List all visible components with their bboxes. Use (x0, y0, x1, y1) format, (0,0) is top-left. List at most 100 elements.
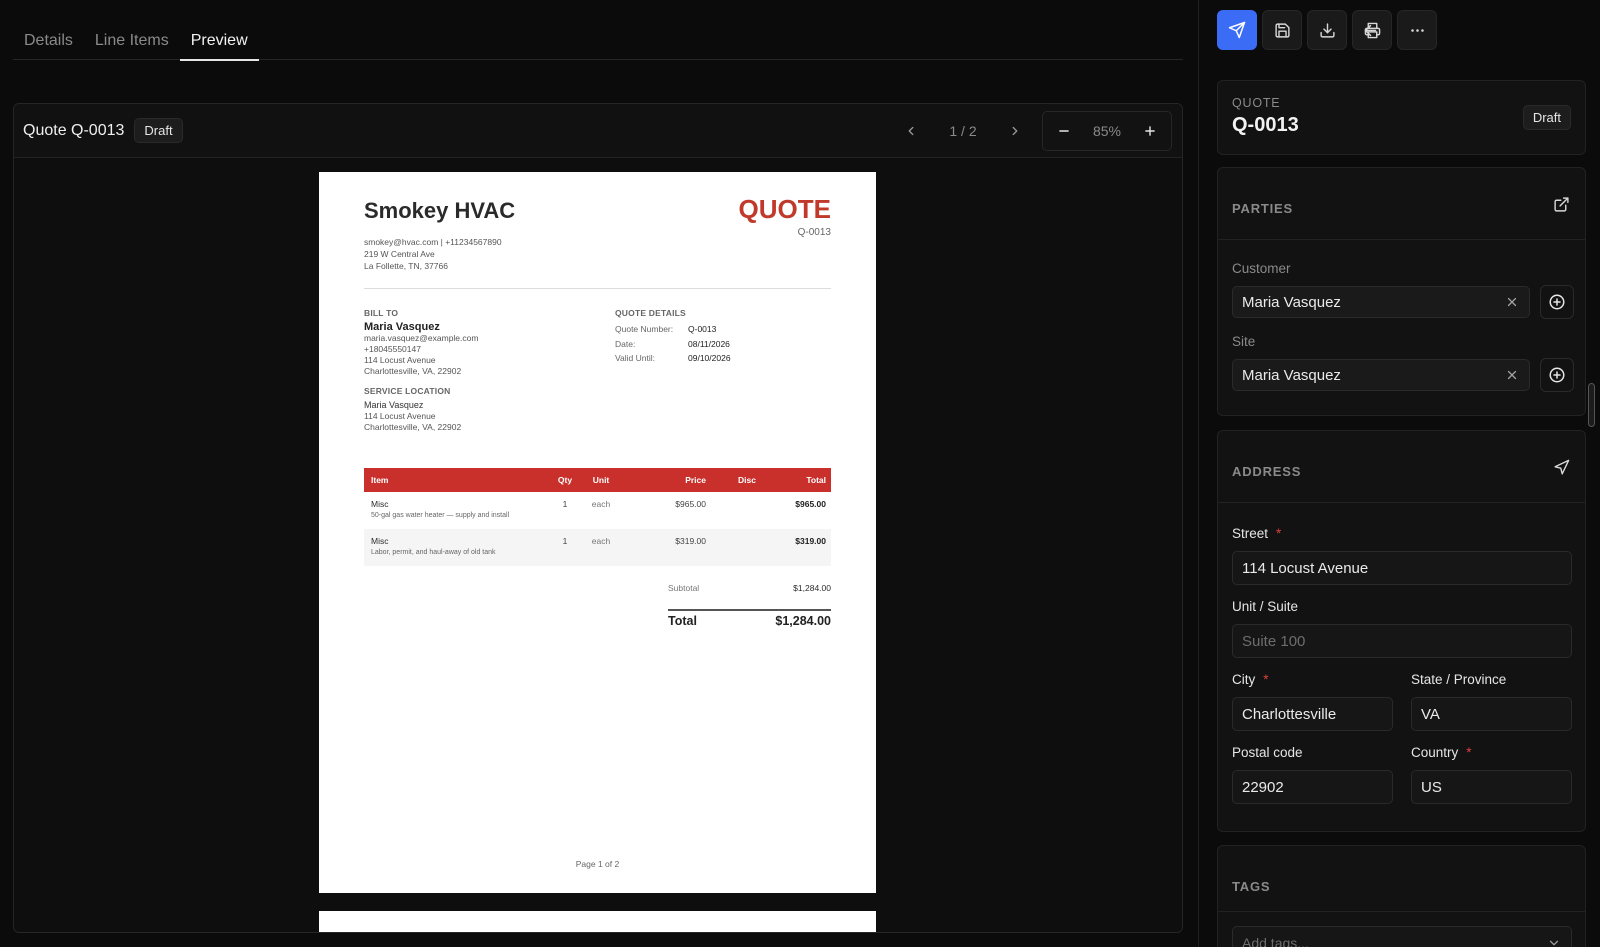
bill-to: BILL TO Maria Vasquez maria.vasquez@exam… (364, 308, 584, 377)
quote-details: QUOTE DETAILS Quote Number: Q-0013 Date: 0… (615, 308, 835, 366)
parties-card: PARTIES Customer Maria Vasquez Site Mari… (1217, 167, 1586, 416)
address-label: ADDRESS (1232, 464, 1302, 479)
site-select[interactable]: Maria Vasquez (1232, 359, 1530, 391)
valid-until-label: Valid Until: (615, 353, 655, 363)
external-link-icon (1554, 197, 1569, 212)
valid-until-value: 09/10/2026 (688, 353, 731, 363)
subtotal-label: Subtotal (668, 583, 700, 593)
address-card: ADDRESS Street * 114 Locust Avenue Unit /… (1217, 430, 1586, 832)
total-label: Total (668, 614, 697, 628)
quote-number-value: Q-0013 (688, 324, 717, 334)
open-parties-button[interactable] (1553, 196, 1571, 214)
table-row: Misc Labor, permit, and haul-away of old… (364, 529, 831, 566)
address-header: ADDRESS (1218, 431, 1585, 503)
customer-value: Maria Vasquez (1242, 294, 1341, 311)
clear-customer-button[interactable] (1505, 295, 1519, 309)
total-value: $1,284.00 (775, 614, 831, 628)
bill-to-email: maria.vasquez@example.com (364, 333, 479, 343)
parties-label: PARTIES (1232, 201, 1293, 216)
city-label-text: City (1232, 672, 1256, 687)
scrollbar-thumb[interactable] (1588, 383, 1595, 427)
preview-area: Details Line Items Preview Quote Q-0013 … (0, 0, 1199, 947)
unit-suite-label: Unit / Suite (1232, 599, 1299, 614)
customer-label: Customer (1232, 261, 1291, 276)
quote-details-label: QUOTE DETAILS (615, 308, 686, 318)
postal-code-input[interactable]: 22902 (1232, 770, 1393, 804)
company-name: Smokey HVAC (364, 198, 516, 223)
customer-select[interactable]: Maria Vasquez (1232, 286, 1530, 318)
unit-suite-input[interactable]: Suite 100 (1232, 624, 1572, 658)
row-item-desc: 50-gal gas water heater — supply and ins… (371, 512, 510, 519)
tags-card: TAGS Add tags... (1217, 845, 1586, 947)
locate-address-button[interactable] (1553, 459, 1571, 477)
divider (364, 288, 831, 289)
header-disc: Disc (738, 475, 756, 485)
required-marker: * (1276, 526, 1282, 541)
table-row: Misc 50-gal gas water heater — supply an… (364, 492, 831, 529)
chevron-down-icon (1549, 940, 1559, 946)
tab-bar: Details Line Items Preview (13, 22, 1183, 61)
table-header: Item Qty Unit Price Disc Total (364, 468, 831, 492)
row-item: Misc Labor, permit, and haul-away of old… (364, 536, 554, 556)
city-input[interactable]: Charlottesville (1232, 697, 1393, 731)
date-label: Date: (615, 338, 636, 349)
country-label-text: Country (1411, 745, 1459, 760)
tab-line-items[interactable]: Line Items (84, 22, 180, 60)
add-customer-button[interactable] (1540, 285, 1574, 319)
state-input[interactable]: VA (1411, 697, 1572, 731)
state-label: State / Province (1411, 672, 1507, 687)
document-quote-number: Q-0013 (797, 227, 831, 238)
city-label: City * (1232, 672, 1269, 687)
header-total: Total (806, 475, 826, 485)
street-input[interactable]: 114 Locust Avenue (1232, 551, 1572, 585)
header-item: Item (371, 475, 389, 485)
page-indicator: 1 / 2 (949, 123, 977, 139)
street-label: Street * (1232, 526, 1281, 541)
line-items-table: Item Qty Unit Price Disc Total Misc 50-g… (364, 468, 831, 566)
quote-label: QUOTE (1232, 96, 1281, 110)
plus-circle-icon (1549, 294, 1565, 310)
row-item-desc: Labor, permit, and haul-away of old tank (371, 549, 496, 556)
parties-header: PARTIES (1218, 168, 1585, 240)
row-price: $965.00 (675, 499, 706, 509)
next-page-button[interactable] (998, 114, 1032, 148)
tags-dropdown-toggle[interactable] (1547, 936, 1561, 947)
zoom-control: 85% (1042, 111, 1172, 151)
row-qty: 1 (562, 536, 568, 546)
row-item-name: Misc (371, 499, 389, 509)
viewer-title: Quote Q-0013 (23, 121, 125, 139)
tags-select[interactable]: Add tags... (1232, 926, 1572, 947)
document-page: Smokey HVAC QUOTE Q-0013 smokey@hvac.com… (319, 172, 876, 893)
date-value: 08/11/2026 (688, 338, 730, 349)
clear-site-button[interactable] (1505, 368, 1519, 382)
quote-number-label: Quote Number: (615, 324, 674, 334)
page-navigation: 1 / 2 (894, 104, 1032, 158)
zoom-in-button[interactable] (1137, 118, 1163, 144)
row-price: $319.00 (675, 536, 706, 546)
preview-canvas[interactable]: Smokey HVAC QUOTE Q-0013 smokey@hvac.com… (14, 158, 1182, 932)
subtotal-row: Subtotal $1,284.00 (668, 583, 831, 593)
status-badge: Draft (134, 118, 183, 143)
add-site-button[interactable] (1540, 358, 1574, 392)
required-marker: * (1263, 672, 1269, 687)
site-label: Site (1232, 334, 1256, 349)
tab-details[interactable]: Details (13, 22, 84, 60)
company-info: smokey@hvac.com | +11234567890 219 W Cen… (364, 236, 502, 272)
country-input[interactable]: US (1411, 770, 1572, 804)
viewer-header: Quote Q-0013 Draft 1 / 2 85% (14, 104, 1182, 158)
prev-page-button[interactable] (894, 114, 928, 148)
bill-to-phone: +18045550147 (364, 344, 421, 354)
site-value: Maria Vasquez (1242, 367, 1341, 384)
header-price: Price (685, 475, 706, 485)
zoom-out-button[interactable] (1051, 118, 1077, 144)
company-contact: smokey@hvac.com | +11234567890 (364, 237, 502, 247)
row-item-name: Misc (371, 536, 389, 546)
tags-label: TAGS (1232, 879, 1271, 894)
tab-preview[interactable]: Preview (179, 22, 259, 61)
plus-icon (1145, 126, 1155, 136)
row-unit: each (591, 536, 611, 546)
total-row: Total $1,284.00 (668, 614, 831, 628)
service-location: SERVICE LOCATION Maria Vasquez 114 Locus… (364, 386, 584, 433)
postal-code-label: Postal code (1232, 745, 1303, 760)
header-qty: Qty (557, 475, 573, 485)
